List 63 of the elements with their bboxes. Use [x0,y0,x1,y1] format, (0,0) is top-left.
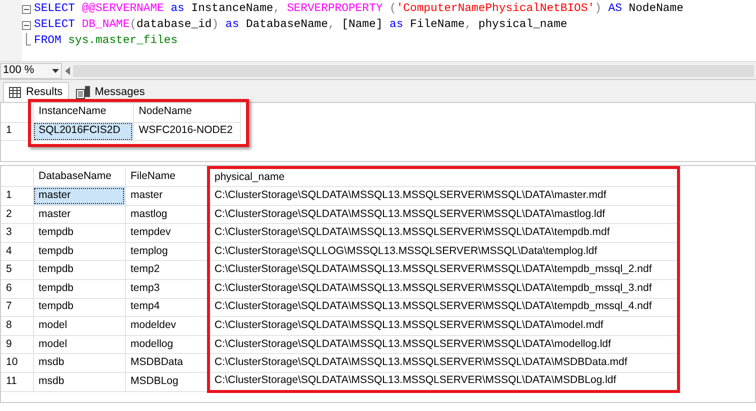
row-number: 4 [1,242,33,261]
table-cell: C:\ClusterStorage\SQLDATA\MSSQL13.MSSQLSERVER\MSSQL\DATA\MSDBData.mdf [208,354,678,372]
grid-icon [9,87,21,98]
messages-tab[interactable]: Messages [70,83,150,102]
code-line: FROM sys.master_files [34,34,178,49]
table-cell: C:\ClusterStorage\SQLDATA\MSSQL13.MSSQLSERVER\MSSQL\DATA\tempdb_mssql_2.ndf [208,260,678,280]
results-tab[interactable]: Results [3,82,69,102]
row-number: 7 [1,298,33,317]
scroll-left-icon[interactable] [65,66,70,74]
column-header[interactable]: NodeName [133,103,240,122]
code-line: SELECT @@SERVERNAME as InstanceName, SERVERPROPERTY ('ComputerNamePhysicalNetBIOS') AS NodeName [34,2,684,17]
table-cell: C:\ClusterStorage\SQLDATA\MSSQL13.MSSQLSERVER\MSSQL\DATA\tempdb_mssql_4.ndf [208,298,678,317]
table-cell: C:\ClusterStorage\SQLDATA\MSSQL13.MSSQLSERVER\MSSQL\DATA\mastlog.ldf [208,205,678,224]
row-number: 9 [1,335,33,354]
document-icon [76,86,90,99]
table-cell: master [33,186,125,206]
column-header[interactable]: DatabaseName [33,168,125,186]
table-cell: temp2 [125,260,208,280]
collapse-icon[interactable] [22,4,31,14]
column-header[interactable]: FileName [125,168,208,186]
table-cell: modellog [125,335,208,354]
table-cell: mastlog [125,205,208,224]
table-cell: master [33,205,125,224]
row-number: 6 [1,279,33,298]
table-cell: model [33,335,125,354]
table-cell: model [33,316,125,336]
table-cell: MSDBLog [125,372,208,392]
table-cell: tempdb [33,242,125,261]
row-number: 1 [1,186,33,206]
table-cell: C:\ClusterStorage\SQLDATA\MSSQL13.MSSQLSERVER\MSSQL\DATA\MSDBLog.ldf [208,372,678,392]
row-number: 2 [1,205,33,224]
table-cell: tempdb [33,279,125,298]
table-cell: C:\ClusterStorage\SQLDATA\MSSQL13.MSSQLSERVER\MSSQL\DATA\tempdb_mssql_3.ndf [208,279,678,298]
dropdown-arrow-icon [52,68,59,72]
table-cell: tempdb [33,224,125,242]
table-cell: tempdev [125,224,208,242]
table-cell: C:\ClusterStorage\SQLDATA\MSSQL13.MSSQLSERVER\MSSQL\DATA\master.mdf [208,186,678,206]
column-header[interactable]: InstanceName [33,103,134,122]
zoom-dropdown[interactable]: 100 % [0,62,62,78]
table-cell: msdb [33,372,125,392]
collapse-icon[interactable] [22,20,31,30]
table-cell: MSDBData [125,354,208,372]
table-cell: temp4 [125,298,208,317]
table-cell: msdb [33,354,125,372]
table-cell: C:\ClusterStorage\SQLDATA\MSSQL13.MSSQLSERVER\MSSQL\DATA\model.mdf [208,316,678,336]
table-cell: C:\ClusterStorage\SQLLOG\MSSQL13.MSSQLSERVER\MSSQL\Data\templog.ldf [208,242,678,261]
table-cell: tempdb [33,260,125,280]
table-cell: WSFC2016-NODE2 [133,122,240,141]
row-number: 8 [1,316,33,336]
row-number: 5 [1,260,33,280]
row-number: 3 [1,224,33,242]
table-cell: master [125,186,208,206]
table-cell: tempdb [33,298,125,317]
column-header[interactable]: physical_name [208,168,678,186]
code-line: SELECT DB_NAME(database_id) as DatabaseName, [Name] as FileName, physical_name [34,18,568,33]
table-cell: C:\ClusterStorage\SQLDATA\MSSQL13.MSSQLSERVER\MSSQL\DATA\tempdb.mdf [208,224,678,242]
table-cell: temp3 [125,279,208,298]
table-cell: C:\ClusterStorage\SQLDATA\MSSQL13.MSSQLSERVER\MSSQL\DATA\modellog.ldf [208,335,678,354]
table-cell: SQL2016FCIS2D [33,122,134,141]
table-cell: templog [125,242,208,261]
row-number: 11 [1,372,33,392]
row-number: 10 [1,354,33,372]
table-cell: modeldev [125,316,208,336]
